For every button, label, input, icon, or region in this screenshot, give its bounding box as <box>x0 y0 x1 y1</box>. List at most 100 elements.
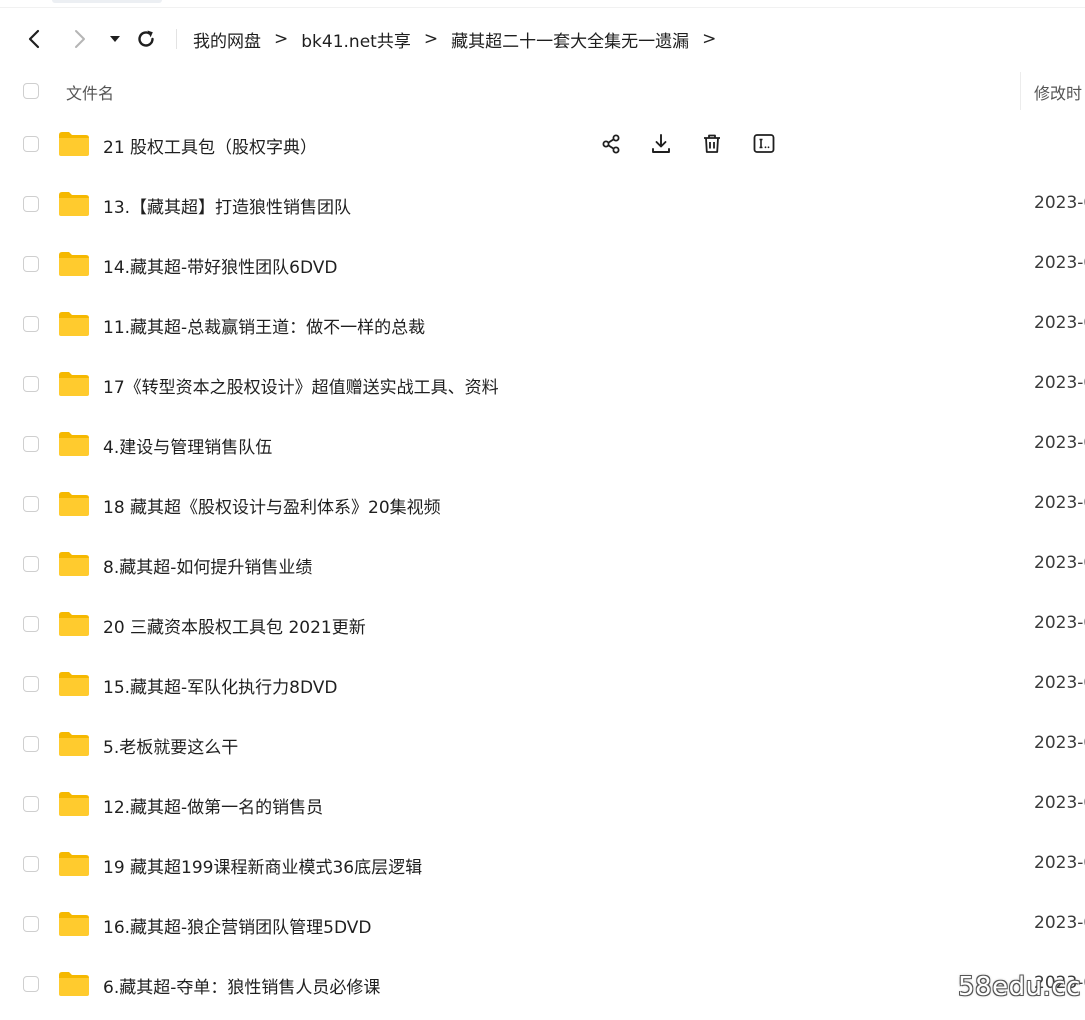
file-name[interactable]: 18 藏其超《股权设计与盈利体系》20集视频 <box>103 493 441 518</box>
share-button[interactable] <box>598 129 626 159</box>
file-modified-date: 2023-0 <box>1034 253 1085 273</box>
folder-icon <box>59 252 89 276</box>
row-checkbox[interactable] <box>23 256 39 272</box>
rename-button[interactable] <box>750 129 778 159</box>
file-name[interactable]: 4.建设与管理销售队伍 <box>103 433 272 458</box>
file-row[interactable]: 8.藏其超-如何提升销售业绩 2023-0 <box>0 534 1085 594</box>
chevron-left-icon <box>28 29 40 49</box>
file-name[interactable]: 20 三藏资本股权工具包 2021更新 <box>103 613 366 638</box>
file-name[interactable]: 19 藏其超199课程新商业模式36底层逻辑 <box>103 853 422 878</box>
row-checkbox[interactable] <box>23 736 39 752</box>
history-dropdown-button[interactable] <box>104 22 126 56</box>
delete-icon <box>704 134 720 153</box>
tab-fragment <box>52 0 162 3</box>
file-modified-date: 2023-0 <box>1034 553 1085 573</box>
column-divider[interactable] <box>1020 72 1021 110</box>
nav-separator <box>176 29 177 49</box>
column-header-name[interactable]: 文件名 <box>66 80 114 104</box>
refresh-button[interactable] <box>132 22 160 56</box>
file-name[interactable]: 16.藏其超-狼企营销团队管理5DVD <box>103 913 372 938</box>
file-row[interactable]: 15.藏其超-军队化执行力8DVD 2023-0 <box>0 654 1085 714</box>
folder-icon <box>59 612 89 636</box>
file-modified-date: 2023-0 <box>1034 373 1085 393</box>
delete-button[interactable] <box>699 129 727 159</box>
row-checkbox[interactable] <box>23 436 39 452</box>
file-name[interactable]: 13.【藏其超】打造狼性销售团队 <box>103 193 351 218</box>
refresh-icon <box>138 30 154 47</box>
file-row[interactable]: 14.藏其超-带好狼性团队6DVD 2023-0 <box>0 234 1085 294</box>
folder-icon <box>59 852 89 876</box>
row-checkbox[interactable] <box>23 556 39 572</box>
folder-icon <box>59 372 89 396</box>
breadcrumb-dropdown[interactable]: > <box>702 29 716 49</box>
rename-icon <box>753 134 775 153</box>
file-modified-date: 2023-0 <box>1034 493 1085 513</box>
column-header-modified[interactable]: 修改时 <box>1034 80 1082 104</box>
file-row[interactable]: 21 股权工具包（股权字典） <box>0 114 1085 174</box>
row-checkbox[interactable] <box>23 856 39 872</box>
file-modified-date: 2023-0 <box>1034 613 1085 633</box>
forward-button[interactable] <box>66 22 94 56</box>
file-name[interactable]: 15.藏其超-军队化执行力8DVD <box>103 673 338 698</box>
back-button[interactable] <box>20 22 48 56</box>
breadcrumb: 我的网盘 > bk41.net共享 > 藏其超二十一套大全集无一遗漏 > <box>193 22 729 56</box>
row-checkbox[interactable] <box>23 496 39 512</box>
folder-icon <box>59 792 89 816</box>
file-name[interactable]: 14.藏其超-带好狼性团队6DVD <box>103 253 338 278</box>
file-row[interactable]: 4.建设与管理销售队伍 2023-0 <box>0 414 1085 474</box>
breadcrumb-item-root[interactable]: 我的网盘 <box>193 27 261 52</box>
file-row[interactable]: 16.藏其超-狼企营销团队管理5DVD 2023-0 <box>0 894 1085 954</box>
file-name[interactable]: 5.老板就要这么干 <box>103 733 238 758</box>
folder-icon <box>59 732 89 756</box>
file-name[interactable]: 12.藏其超-做第一名的销售员 <box>103 793 323 818</box>
file-list-header: 文件名 修改时 <box>0 72 1085 110</box>
top-strip <box>0 0 1085 8</box>
breadcrumb-item-current[interactable]: 藏其超二十一套大全集无一遗漏 <box>451 27 689 52</box>
top-divider <box>0 7 1085 8</box>
file-row[interactable]: 20 三藏资本股权工具包 2021更新 2023-0 <box>0 594 1085 654</box>
row-checkbox[interactable] <box>23 796 39 812</box>
file-row[interactable]: 6.藏其超-夺单：狼性销售人员必修课2023-0 <box>0 954 1085 1014</box>
file-name[interactable]: 17《转型资本之股权设计》超值赠送实战工具、资料 <box>103 373 499 398</box>
file-modified-date: 2023-0 <box>1034 313 1085 333</box>
row-checkbox[interactable] <box>23 136 39 152</box>
folder-icon <box>59 192 89 216</box>
folder-icon <box>59 432 89 456</box>
breadcrumb-separator: > <box>423 29 439 49</box>
file-modified-date: 2023-0 <box>1034 673 1085 693</box>
file-modified-date: 2023-0 <box>1034 733 1085 753</box>
share-icon <box>602 134 620 154</box>
file-row[interactable]: 17《转型资本之股权设计》超值赠送实战工具、资料 2023-0 <box>0 354 1085 414</box>
row-checkbox[interactable] <box>23 316 39 332</box>
row-checkbox[interactable] <box>23 196 39 212</box>
file-modified-date: 2023-0 <box>1034 193 1085 213</box>
breadcrumb-separator: > <box>274 29 289 49</box>
row-checkbox[interactable] <box>23 676 39 692</box>
folder-icon <box>59 132 89 156</box>
file-row[interactable]: 11.藏其超-总裁赢销王道：做不一样的总裁 2023-0 <box>0 294 1085 354</box>
watermark: 58edu.cc <box>958 972 1081 1002</box>
select-all-checkbox[interactable] <box>23 83 39 99</box>
download-icon <box>652 134 670 153</box>
file-name[interactable]: 11.藏其超-总裁赢销王道：做不一样的总裁 <box>103 313 425 338</box>
download-button[interactable] <box>648 129 676 159</box>
file-modified-date: 2023-0 <box>1034 853 1085 873</box>
file-row[interactable]: 5.老板就要这么干 2023-0 <box>0 714 1085 774</box>
folder-icon <box>59 972 89 996</box>
file-name[interactable]: 8.藏其超-如何提升销售业绩 <box>103 553 312 578</box>
folder-icon <box>59 672 89 696</box>
row-checkbox[interactable] <box>23 616 39 632</box>
file-name[interactable]: 6.藏其超-夺单：狼性销售人员必修课 <box>103 973 380 998</box>
file-row[interactable]: 13.【藏其超】打造狼性销售团队 2023-0 <box>0 174 1085 234</box>
folder-icon <box>59 492 89 516</box>
folder-icon <box>59 912 89 936</box>
breadcrumb-item-share[interactable]: bk41.net共享 <box>301 27 411 52</box>
file-name[interactable]: 21 股权工具包（股权字典） <box>103 133 317 158</box>
navigation-bar: 我的网盘 > bk41.net共享 > 藏其超二十一套大全集无一遗漏 > <box>0 22 1085 56</box>
file-row[interactable]: 12.藏其超-做第一名的销售员 2023-0 <box>0 774 1085 834</box>
row-checkbox[interactable] <box>23 976 39 992</box>
file-row[interactable]: 18 藏其超《股权设计与盈利体系》20集视频 2023-0 <box>0 474 1085 534</box>
row-checkbox[interactable] <box>23 376 39 392</box>
file-row[interactable]: 19 藏其超199课程新商业模式36底层逻辑 2023-0 <box>0 834 1085 894</box>
row-checkbox[interactable] <box>23 916 39 932</box>
